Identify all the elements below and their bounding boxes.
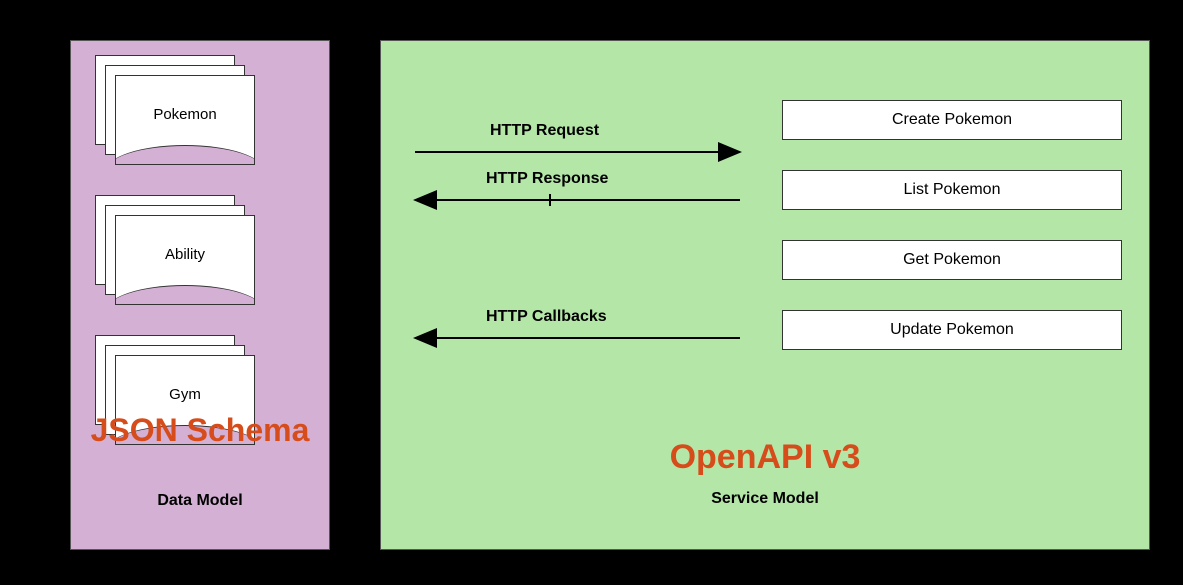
endpoint-label: Update Pokemon	[890, 321, 1014, 339]
data-model-title: JSON Schema	[72, 413, 328, 448]
endpoint-label: Create Pokemon	[892, 111, 1012, 129]
endpoint-list: List Pokemon	[782, 170, 1122, 210]
arrow-label-callbacks: HTTP Callbacks	[486, 308, 607, 326]
endpoint-create: Create Pokemon	[782, 100, 1122, 140]
service-model-subtitle: Service Model	[380, 490, 1150, 508]
data-model-subtitle: Data Model	[72, 492, 328, 510]
arrow-label-response: HTTP Response	[486, 170, 608, 188]
schema-label: Gym	[169, 386, 201, 403]
schema-label: Pokemon	[153, 106, 216, 123]
service-model-title: OpenAPI v3	[380, 438, 1150, 477]
endpoint-get: Get Pokemon	[782, 240, 1122, 280]
schema-document-ability: Ability	[95, 195, 255, 305]
schema-label: Ability	[165, 246, 205, 263]
arrow-label-request: HTTP Request	[490, 122, 599, 140]
endpoint-update: Update Pokemon	[782, 310, 1122, 350]
schema-document-pokemon: Pokemon	[95, 55, 255, 165]
endpoint-label: List Pokemon	[904, 181, 1001, 199]
endpoint-label: Get Pokemon	[903, 251, 1001, 269]
